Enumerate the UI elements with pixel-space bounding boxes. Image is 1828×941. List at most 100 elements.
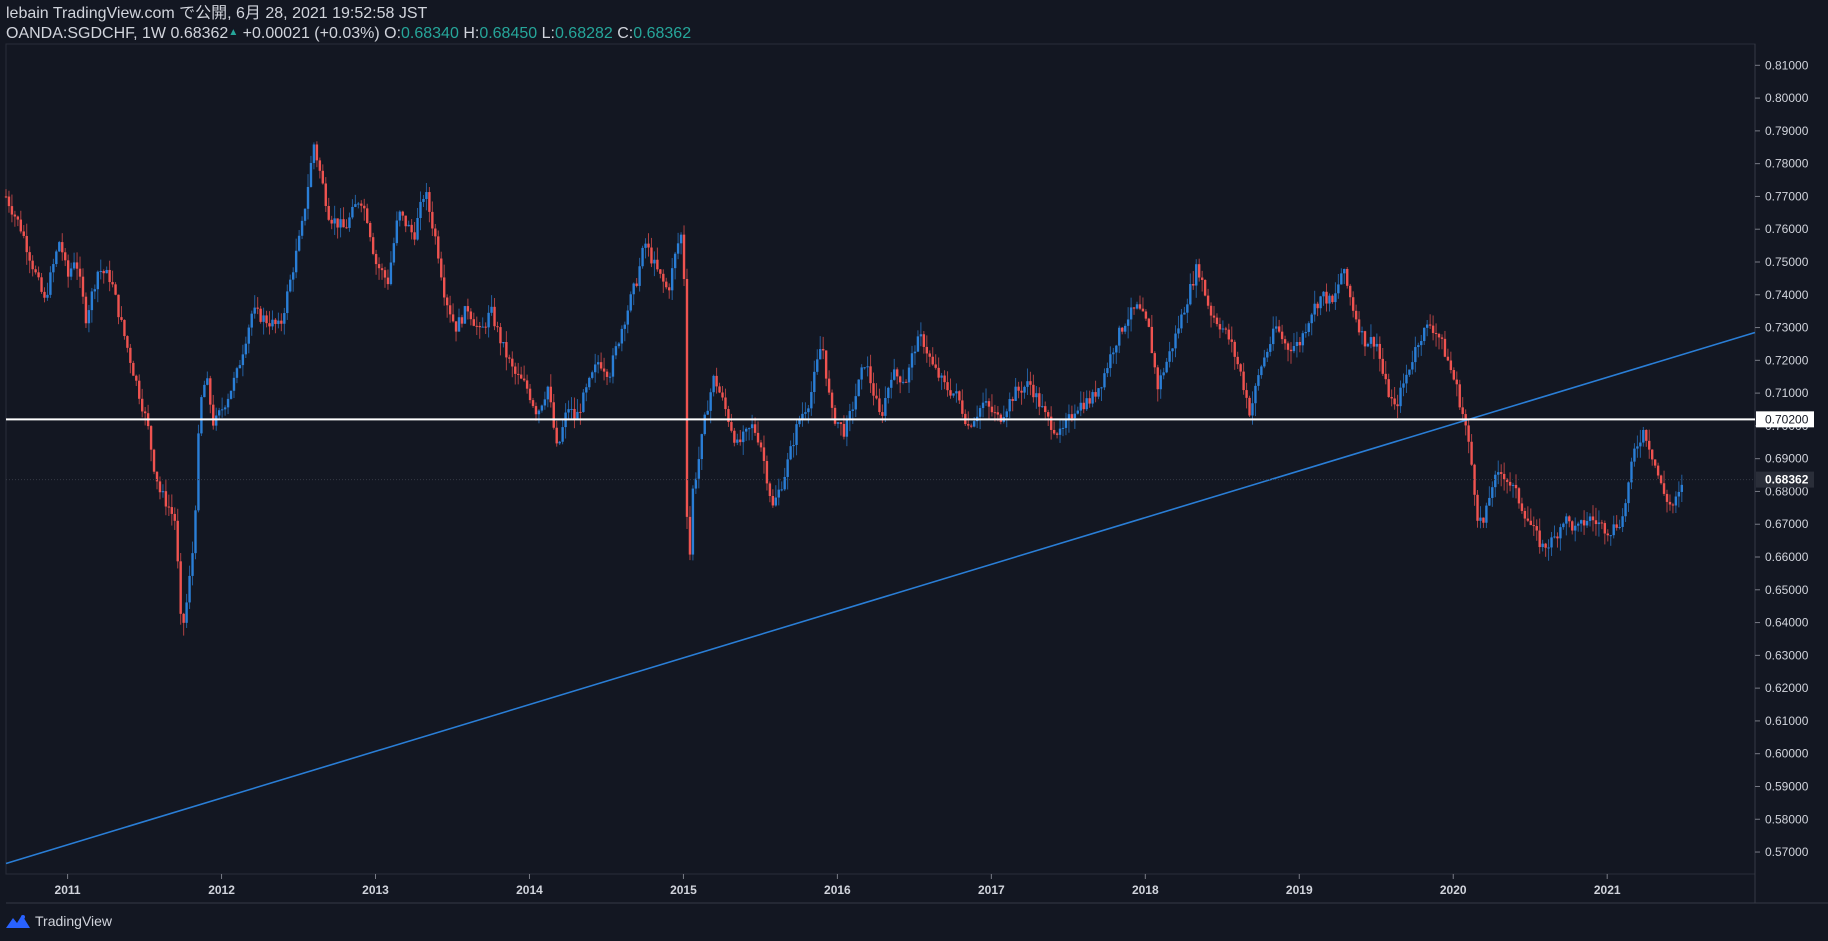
candle-body (907, 367, 911, 383)
candle-body (632, 283, 635, 295)
candle-body (1112, 352, 1115, 355)
candle-body (593, 364, 597, 373)
low-value: 0.68282 (554, 25, 613, 42)
candle-body (34, 269, 37, 273)
candle-body (878, 398, 881, 413)
time-tick-label: 2015 (670, 883, 697, 897)
candle-body (819, 349, 822, 360)
candle-body (872, 383, 875, 396)
candle-body (318, 160, 322, 171)
candle-body (1245, 390, 1248, 398)
last-price: 0.68362 (170, 25, 229, 42)
candle-body (265, 315, 268, 324)
candle-body (1393, 398, 1396, 405)
footer-brand[interactable]: TradingView (6, 913, 112, 929)
candle-body (238, 365, 242, 369)
candle-body (596, 362, 600, 365)
candle-body (1662, 483, 1666, 494)
candle-body (881, 412, 884, 416)
candle-body (253, 307, 256, 314)
candle-body (1292, 346, 1296, 352)
candle-body (72, 262, 76, 269)
candle-body (1346, 268, 1349, 286)
candle-body (697, 459, 701, 479)
candle-body (768, 483, 772, 496)
candle-body (1500, 472, 1503, 474)
candle-body (747, 428, 751, 430)
time-axis[interactable]: 2011 2012 2013 2014 2015 2016 2017 2018 2019 2020… (55, 874, 1621, 897)
chart-frame (5, 43, 1828, 904)
candle-body (1523, 510, 1527, 519)
candle-body (1144, 311, 1148, 319)
candle-body (368, 222, 372, 238)
candle-body (1603, 523, 1607, 534)
candle-body (739, 439, 742, 443)
candle-body (1372, 337, 1376, 347)
candle-body (1141, 308, 1145, 312)
open-value: 0.68340 (401, 25, 459, 42)
candle-body (374, 253, 378, 265)
candle-body (241, 354, 245, 366)
candles (4, 141, 1684, 636)
candle-body (617, 343, 621, 347)
symbol-label[interactable]: OANDA:SGDCHF, 1W (6, 25, 166, 42)
candle-body (1562, 523, 1565, 528)
price-tick-label: 0.65000 (1765, 583, 1809, 597)
candle-body (1313, 303, 1316, 315)
candle-body (1443, 338, 1447, 357)
price-axis[interactable]: 0.81000 0.80000 0.79000 0.78000 0.77000 0.760… (1755, 58, 1814, 859)
price-tick-label: 0.79000 (1765, 124, 1809, 138)
candle-body (1307, 323, 1310, 332)
candle-body (1656, 465, 1660, 476)
low-label: L: (541, 25, 555, 42)
candle-body (650, 247, 653, 264)
candle-body (217, 410, 221, 416)
candle-body (321, 170, 325, 184)
candle-body (244, 343, 248, 355)
candle-body (286, 291, 289, 314)
candle-body (1674, 496, 1678, 506)
candle-body (1192, 284, 1195, 286)
candle-body (742, 431, 745, 443)
candle-body (1014, 386, 1017, 401)
candle-body (490, 306, 493, 313)
candle-body (1579, 520, 1583, 524)
candle-body (1283, 339, 1287, 344)
candle-body (1171, 348, 1174, 352)
candle-body (1633, 448, 1636, 462)
candle-body (1363, 331, 1367, 347)
candle-body (1470, 441, 1473, 465)
candle-body (804, 412, 807, 414)
candle-body (194, 510, 197, 554)
candle-body (753, 424, 757, 433)
candle-body (1514, 484, 1518, 489)
footer-brand-label: TradingView (35, 913, 113, 929)
candle-body (404, 215, 407, 227)
candle-body (884, 398, 887, 416)
current-price-label: 0.68362 (1765, 473, 1809, 487)
candle-body (259, 308, 262, 322)
candle-body (1325, 291, 1328, 304)
candle-body (306, 186, 310, 209)
candle-body (1147, 318, 1151, 327)
candle-body (336, 218, 339, 228)
candle-body (1121, 327, 1124, 332)
candle-body (895, 369, 899, 377)
candle-body (481, 326, 484, 328)
candle-body (1266, 351, 1269, 358)
candle-body (786, 459, 789, 477)
candle-body (170, 507, 174, 514)
candle-body (875, 395, 878, 399)
candle-body (1061, 427, 1065, 429)
candle-body (937, 367, 940, 378)
drawings[interactable] (5, 331, 1756, 865)
candle-body (472, 319, 476, 326)
candlestick-chart[interactable]: 0.81000 0.80000 0.79000 0.78000 0.77000 0.760… (0, 0, 1828, 941)
candle-body (676, 243, 680, 254)
candle-body (1488, 497, 1491, 506)
candle-body (765, 461, 769, 484)
candle-body (1076, 410, 1080, 414)
candle-body (69, 268, 73, 277)
candle-body (1461, 407, 1464, 415)
candle-body (348, 217, 351, 228)
